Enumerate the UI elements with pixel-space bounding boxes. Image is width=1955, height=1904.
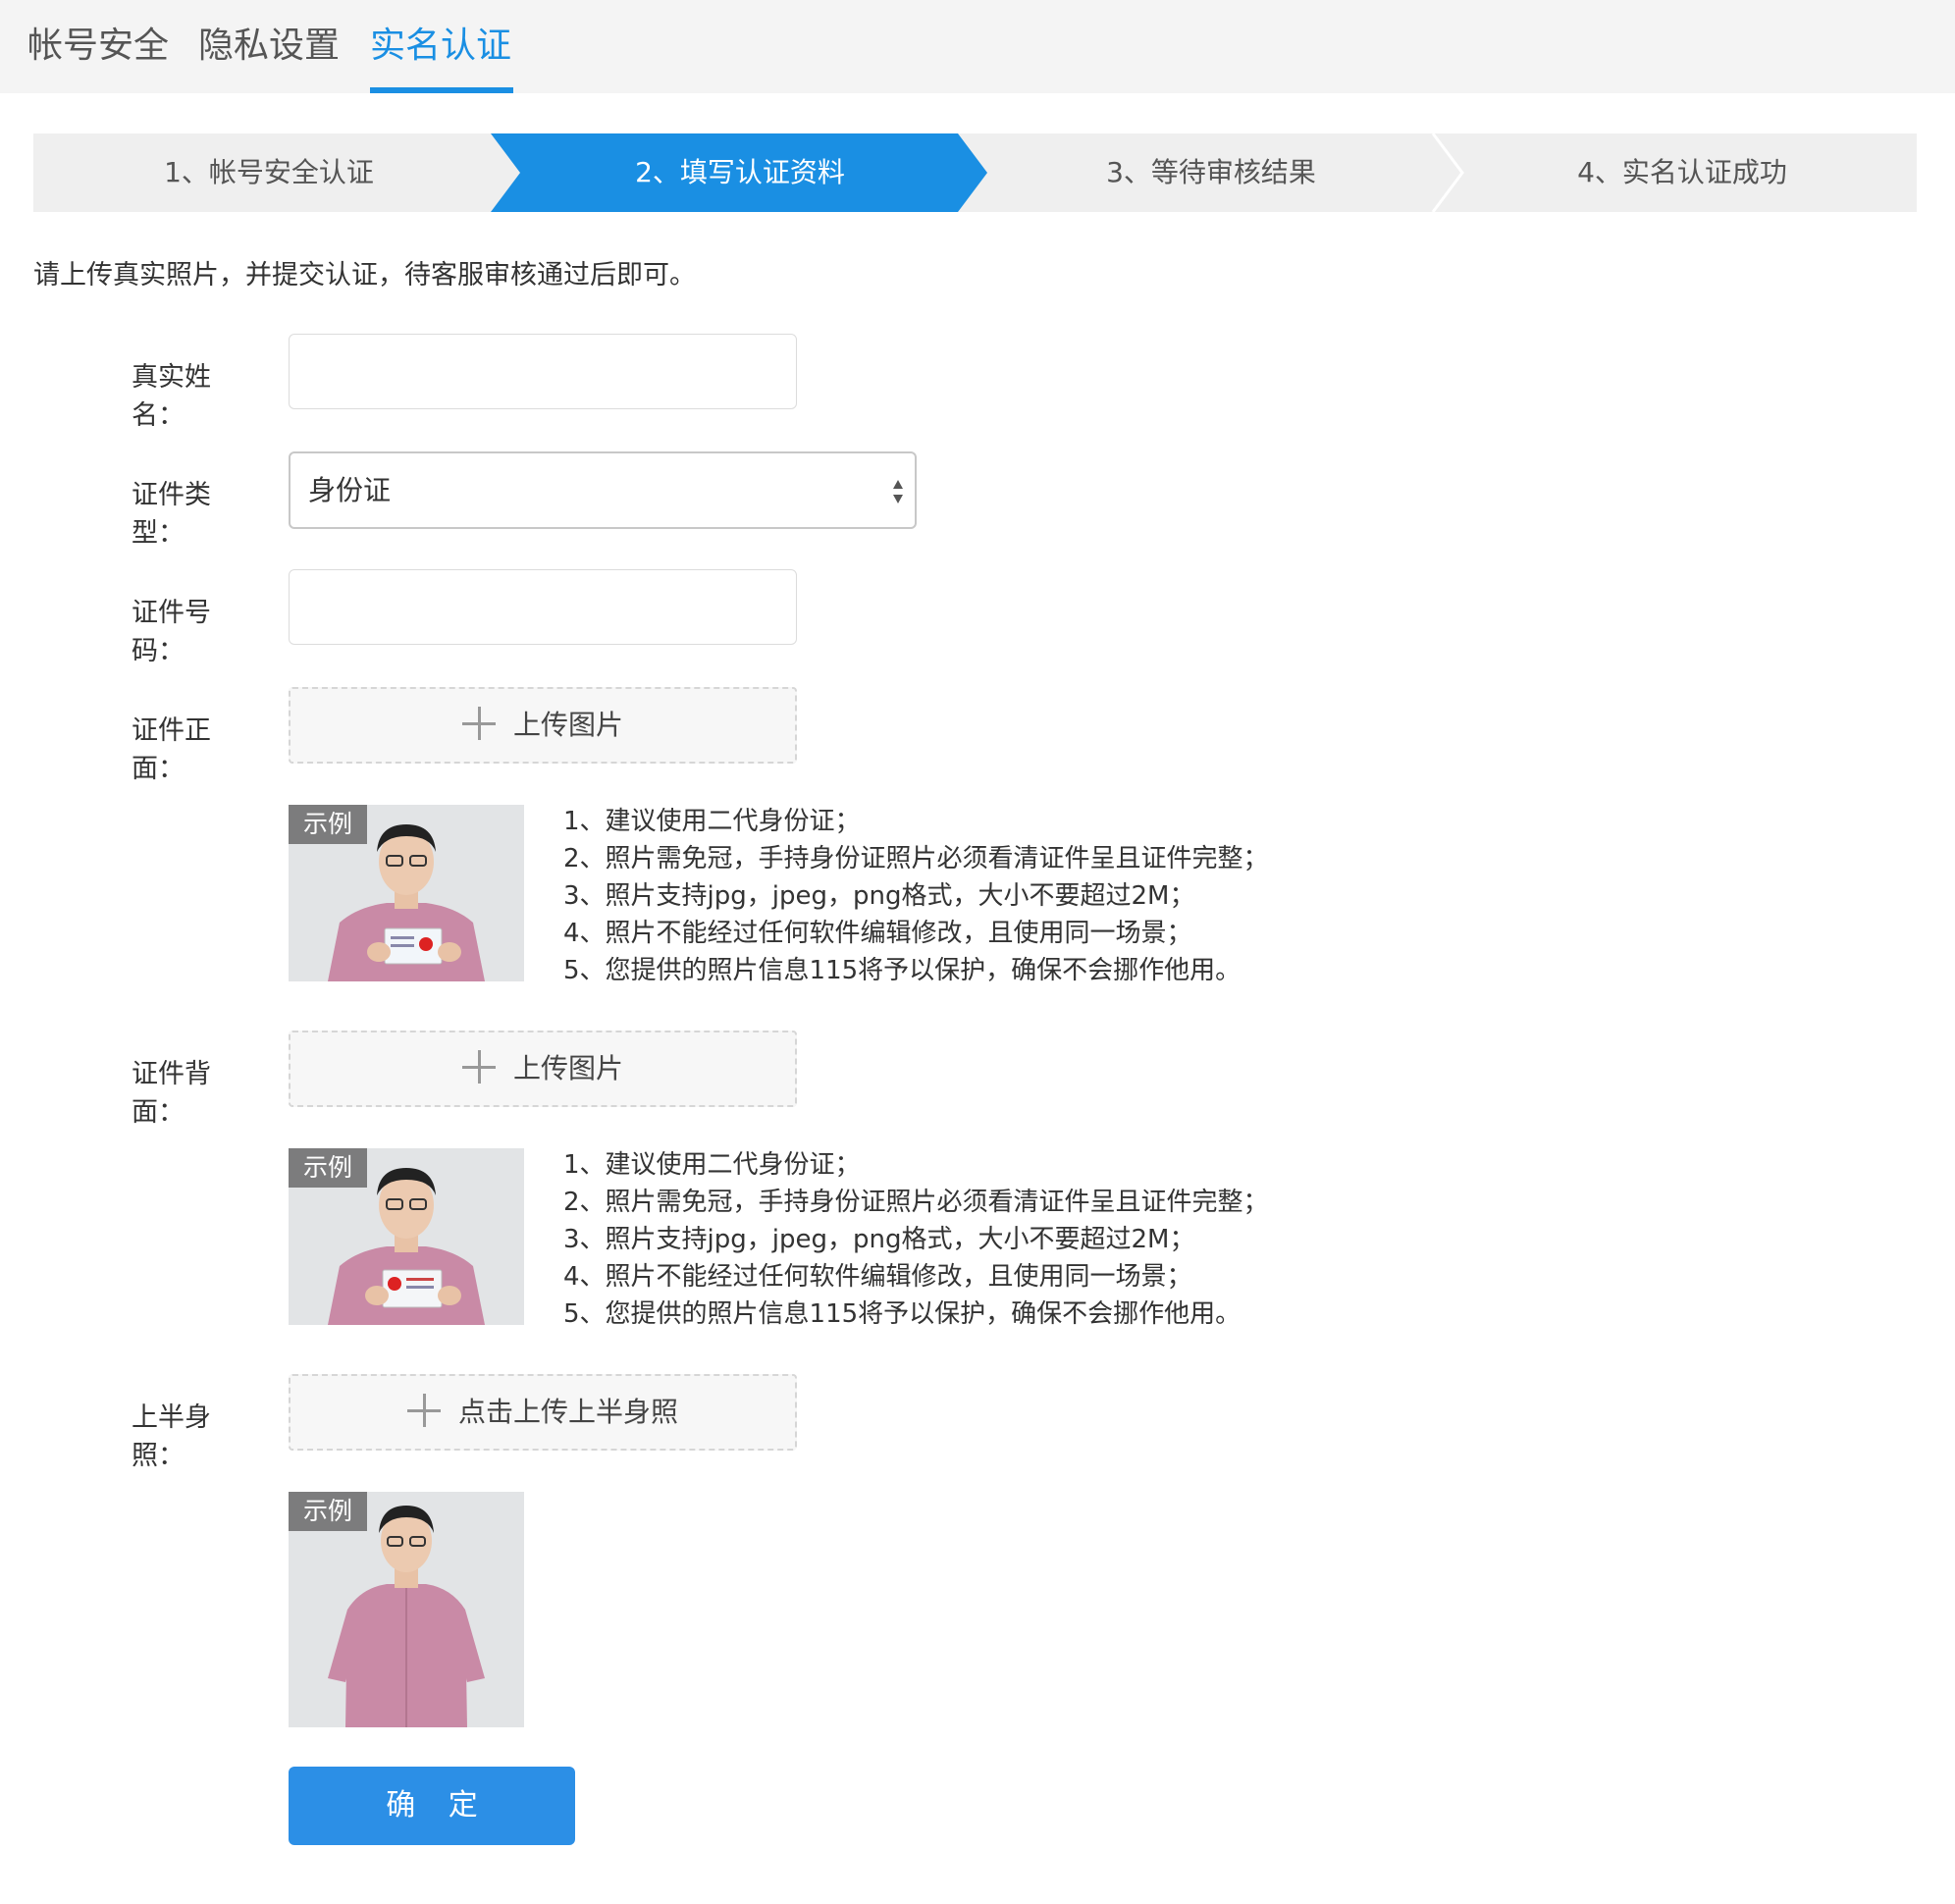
intro-text: 请上传真实照片，并提交认证，待客服审核通过后即可。	[33, 260, 696, 291]
tip-line: 4、照片不能经过任何软件编辑修改，且使用同一场景；	[563, 919, 1192, 948]
confirm-button[interactable]: 确 定	[289, 1767, 575, 1845]
step-1: 1、帐号安全认证	[164, 156, 374, 188]
tip-line: 2、照片需免冠，手持身份证照片必须看清证件呈且证件完整；	[563, 844, 1269, 873]
tip-line: 5、您提供的照片信息115将予以保护，确保不会挪作他用。	[563, 956, 1242, 985]
plus-icon	[461, 707, 496, 740]
id-back-upload-label: 上传图片	[512, 1052, 623, 1084]
example-badge: 示例	[289, 1148, 367, 1188]
id-back-tips: 1、建议使用二代身份证； 2、照片需免冠，手持身份证照片必须看清证件呈且证件完整…	[563, 1146, 1269, 1333]
real-name-input[interactable]	[289, 334, 797, 409]
tip-line: 1、建议使用二代身份证；	[563, 1150, 861, 1180]
upper-body-example-photo: 示例	[289, 1492, 524, 1727]
example-badge: 示例	[289, 805, 367, 844]
upper-body-upload-label: 点击上传上半身照	[457, 1396, 678, 1428]
step-2-active: 2、填写认证资料	[635, 156, 845, 188]
id-type-select[interactable]: 身份证	[289, 451, 917, 529]
id-number-input[interactable]	[289, 569, 797, 645]
id-number-label: 证件号码：	[132, 598, 211, 666]
tip-line: 2、照片需免冠，手持身份证照片必须看清证件呈且证件完整；	[563, 1188, 1269, 1217]
tip-line: 3、照片支持jpg，jpeg，png格式，大小不要超过2M；	[563, 1225, 1195, 1254]
select-arrows-icon	[893, 480, 903, 503]
tab-privacy-settings[interactable]: 隐私设置	[198, 22, 340, 71]
tab-real-name-auth[interactable]: 实名认证	[370, 22, 511, 71]
upper-body-upload-button[interactable]: 点击上传上半身照	[289, 1374, 797, 1451]
plus-icon	[461, 1050, 496, 1084]
step-progress-bar: 1、帐号安全认证 2、填写认证资料 3、等待审核结果 4、实名认证成功	[33, 133, 1917, 212]
active-tab-indicator	[370, 87, 513, 93]
id-back-upload-button[interactable]: 上传图片	[289, 1031, 797, 1107]
id-type-selected-value: 身份证	[308, 474, 392, 506]
id-front-label: 证件正面：	[132, 715, 211, 784]
id-front-upload-button[interactable]: 上传图片	[289, 687, 797, 764]
id-back-example-photo: 示例	[289, 1148, 524, 1325]
top-tab-bar: 帐号安全 隐私设置 实名认证	[0, 0, 1955, 93]
id-front-example-photo: 示例	[289, 805, 524, 981]
id-type-label: 证件类型：	[132, 480, 211, 549]
example-badge: 示例	[289, 1492, 367, 1531]
tip-line: 3、照片支持jpg，jpeg，png格式，大小不要超过2M；	[563, 881, 1195, 911]
step-4: 4、实名认证成功	[1577, 156, 1787, 188]
plus-icon	[406, 1394, 441, 1427]
upper-body-label: 上半身照：	[132, 1402, 211, 1471]
tip-line: 5、您提供的照片信息115将予以保护，确保不会挪作他用。	[563, 1299, 1242, 1329]
tip-line: 1、建议使用二代身份证；	[563, 807, 861, 836]
real-name-label: 真实姓名：	[132, 362, 211, 431]
id-front-upload-label: 上传图片	[512, 709, 623, 741]
step-3: 3、等待审核结果	[1106, 156, 1316, 188]
id-front-tips: 1、建议使用二代身份证； 2、照片需免冠，手持身份证照片必须看清证件呈且证件完整…	[563, 803, 1269, 989]
tab-account-security[interactable]: 帐号安全	[27, 22, 169, 71]
tip-line: 4、照片不能经过任何软件编辑修改，且使用同一场景；	[563, 1262, 1192, 1292]
id-back-label: 证件背面：	[132, 1059, 211, 1128]
